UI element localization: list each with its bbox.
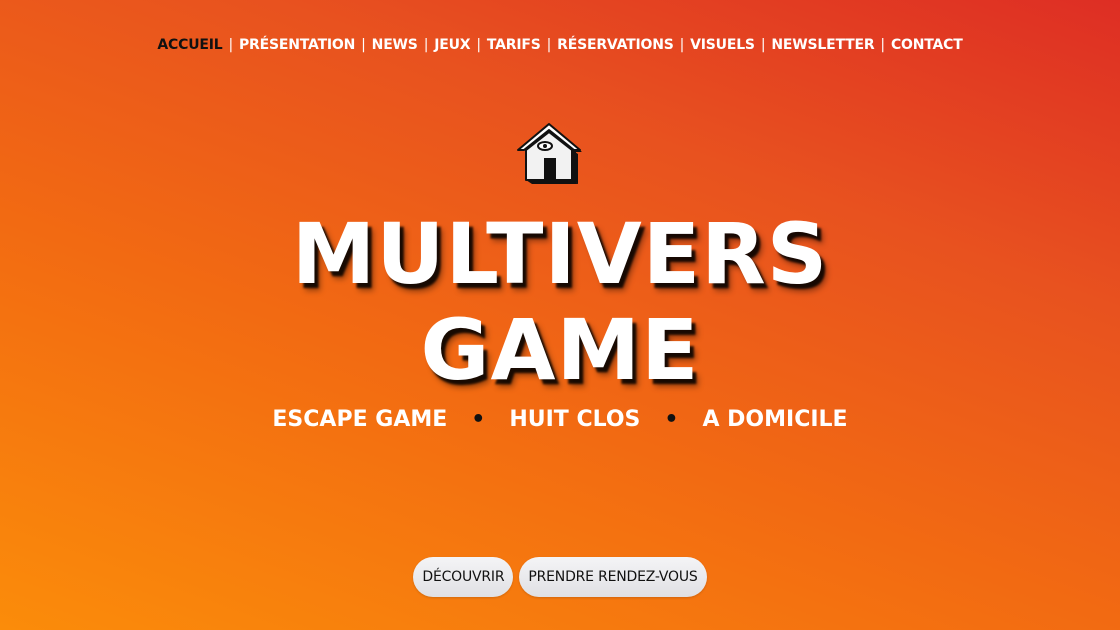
- hero-buttons: DÉCOUVRIR PRENDRE RENDEZ-VOUS: [0, 557, 1120, 597]
- nav-item-news[interactable]: NEWS: [372, 37, 418, 53]
- hero-title-line2: GAME: [420, 301, 700, 399]
- nav-separator: |: [546, 37, 552, 53]
- nav-item-tarifs[interactable]: TARIFS: [487, 37, 541, 53]
- nav-item-accueil[interactable]: ACCUEIL: [157, 37, 222, 53]
- nav-separator: |: [760, 37, 766, 53]
- nav-item-newsletter[interactable]: NEWSLETTER: [771, 37, 874, 53]
- nav-item-presentation[interactable]: PRÉSENTATION: [239, 37, 355, 53]
- hero-title-line1: MULTIVERS: [291, 205, 829, 303]
- nav-item-jeux[interactable]: JEUX: [434, 37, 470, 53]
- nav-separator: |: [679, 37, 685, 53]
- nav-separator: |: [880, 37, 885, 53]
- nav-separator: |: [228, 37, 233, 53]
- discover-button[interactable]: DÉCOUVRIR: [413, 557, 514, 597]
- appointment-button[interactable]: PRENDRE RENDEZ-VOUS: [519, 557, 707, 597]
- main-navigation: ACCUEIL | PRÉSENTATION | NEWS | JEUX | TARIFS | RÉ…: [0, 35, 1120, 55]
- nav-separator: |: [476, 37, 481, 53]
- tagline-bullet: •: [664, 407, 679, 432]
- nav-item-reservations[interactable]: RÉSERVATIONS: [557, 37, 674, 53]
- nav-separator: |: [423, 37, 429, 53]
- tagline-huit-clos: HUIT CLOS: [509, 407, 641, 432]
- tagline-a-domicile: A DOMICILE: [702, 407, 848, 432]
- nav-item-contact[interactable]: CONTACT: [891, 37, 963, 53]
- tagline-bullet: •: [471, 407, 486, 432]
- nav-item-visuels[interactable]: VISUELS: [690, 37, 755, 53]
- house-eye-logo-icon: [516, 122, 584, 186]
- hero-tagline: ESCAPE GAME • HUIT CLOS • A DOMICILE: [0, 405, 1120, 435]
- tagline-escape-game: ESCAPE GAME: [272, 407, 448, 432]
- nav-separator: |: [361, 37, 366, 53]
